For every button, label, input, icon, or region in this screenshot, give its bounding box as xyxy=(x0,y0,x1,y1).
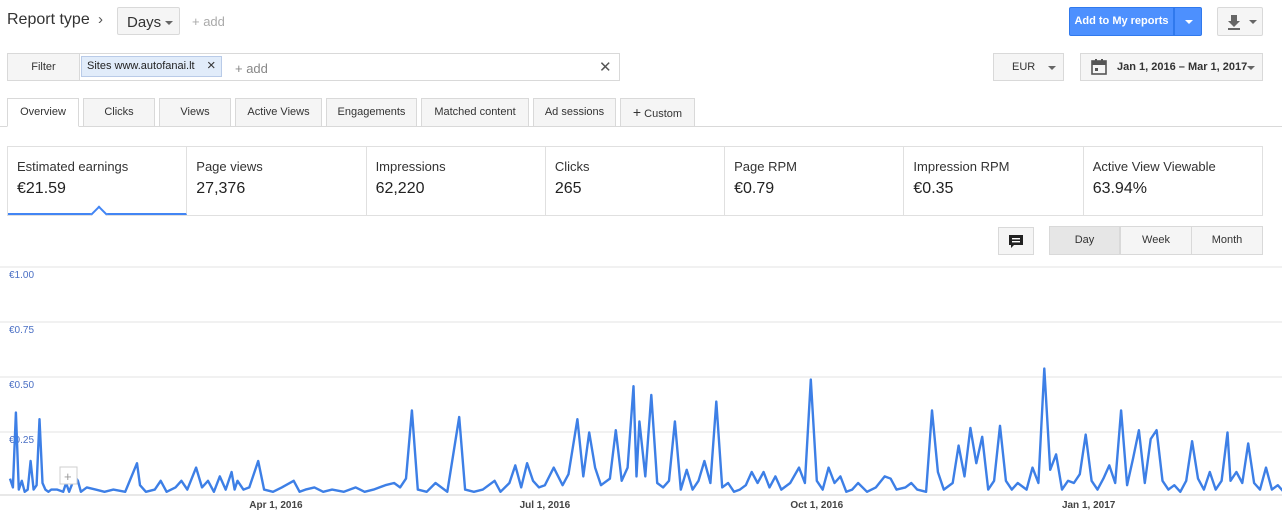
filter-button[interactable]: Filter xyxy=(7,53,80,81)
metric-label: Active View Viewable xyxy=(1092,159,1216,174)
tab-matched-content[interactable]: Matched content xyxy=(421,98,529,127)
metric-value: 265 xyxy=(554,180,582,197)
dimension-value: Days xyxy=(127,14,162,31)
metric-label: Estimated earnings xyxy=(17,159,129,174)
clear-filter-icon[interactable]: ✕ xyxy=(599,58,612,76)
report-type-label: Report type xyxy=(7,11,90,28)
site-filter-chip[interactable]: Sites www.autofanai.lt × xyxy=(81,56,222,77)
metric-page-views[interactable]: Page views 27,376 xyxy=(187,147,367,215)
selected-notch xyxy=(90,205,108,223)
chevron-down-icon xyxy=(1247,66,1255,70)
metric-value: 63.94% xyxy=(1092,180,1147,197)
date-range-picker[interactable]: Jan 1, 2016 – Mar 1, 2017 xyxy=(1080,53,1263,81)
chevron-right-icon: › xyxy=(98,11,103,28)
metric-estimated-earnings[interactable]: Estimated earnings €21.59 xyxy=(8,147,188,223)
add-filter-link[interactable]: + add xyxy=(235,61,268,76)
x-tick-label: Jul 1, 2016 xyxy=(520,500,571,511)
metrics-bar: Estimated earnings €21.59 Page views 27,… xyxy=(7,146,1263,223)
add-to-reports-dropdown-button[interactable] xyxy=(1174,7,1202,36)
tab-clicks[interactable]: Clicks xyxy=(83,98,155,127)
metric-value: 62,220 xyxy=(375,180,425,197)
granularity-day-button[interactable]: Day xyxy=(1049,226,1120,255)
tab-views[interactable]: Views xyxy=(159,98,231,127)
metric-value: €0.35 xyxy=(913,180,954,197)
plus-icon: + xyxy=(64,469,72,484)
add-to-my-reports-button[interactable]: Add to My reports xyxy=(1069,7,1174,36)
comment-icon xyxy=(1009,235,1023,248)
x-tick-label: Apr 1, 2016 xyxy=(249,500,303,511)
y-tick-label: €0.25 xyxy=(9,435,34,446)
x-tick-label: Oct 1, 2016 xyxy=(790,500,843,511)
y-tick-label: €0.50 xyxy=(9,380,34,391)
download-button[interactable] xyxy=(1217,7,1263,36)
chevron-down-icon xyxy=(1185,20,1193,24)
metric-label: Impression RPM xyxy=(913,159,1010,174)
metric-clicks[interactable]: Clicks 265 xyxy=(546,147,726,215)
metric-active-view-viewable[interactable]: Active View Viewable 63.94% xyxy=(1084,147,1262,215)
download-icon xyxy=(1228,15,1257,30)
tab-overview[interactable]: Overview xyxy=(7,98,79,127)
chip-label: Sites www.autofanai.lt xyxy=(87,60,195,72)
granularity-week-button[interactable]: Week xyxy=(1120,226,1192,255)
close-icon[interactable]: × xyxy=(207,57,216,74)
date-range-value: Jan 1, 2016 – Mar 1, 2017 xyxy=(1117,61,1248,73)
currency-value: EUR xyxy=(1012,61,1036,73)
tab-custom-label: Custom xyxy=(644,108,683,120)
annotations-button[interactable] xyxy=(998,227,1034,255)
plus-icon: + xyxy=(632,104,642,120)
metric-label: Impressions xyxy=(375,159,446,174)
dimension-dropdown[interactable]: Days xyxy=(117,7,180,35)
y-tick-label: €0.75 xyxy=(9,325,34,336)
metric-label: Page RPM xyxy=(734,159,797,174)
add-dimension-link[interactable]: + add xyxy=(192,14,225,29)
metric-value: €0.79 xyxy=(734,180,775,197)
tab-active-views[interactable]: Active Views xyxy=(235,98,322,127)
metric-label: Page views xyxy=(196,159,263,174)
chevron-down-icon xyxy=(165,21,173,25)
granularity-month-button[interactable]: Month xyxy=(1191,226,1263,255)
tab-custom[interactable]: + Custom xyxy=(620,98,695,127)
series-line[interactable] xyxy=(8,344,1282,493)
metric-value: €21.59 xyxy=(17,180,66,197)
metric-label: Clicks xyxy=(554,159,590,174)
earnings-line-chart: €1.00 €0.75 €0.50 €0.25 Apr 1, 2016 Jul 1, 20… xyxy=(0,266,1282,511)
metric-impressions[interactable]: Impressions 62,220 xyxy=(367,147,546,215)
tab-ad-sessions[interactable]: Ad sessions xyxy=(533,98,616,127)
y-tick-label: €1.00 xyxy=(9,270,34,281)
chevron-down-icon xyxy=(1048,66,1056,70)
calendar-icon xyxy=(1091,59,1107,75)
metric-page-rpm[interactable]: Page RPM €0.79 xyxy=(725,147,905,215)
x-tick-label: Jan 1, 2017 xyxy=(1062,500,1116,511)
metric-value: 27,376 xyxy=(196,180,246,197)
metric-impression-rpm[interactable]: Impression RPM €0.35 xyxy=(904,147,1084,215)
currency-dropdown[interactable]: EUR xyxy=(993,53,1064,81)
tab-engagements[interactable]: Engagements xyxy=(326,98,417,127)
